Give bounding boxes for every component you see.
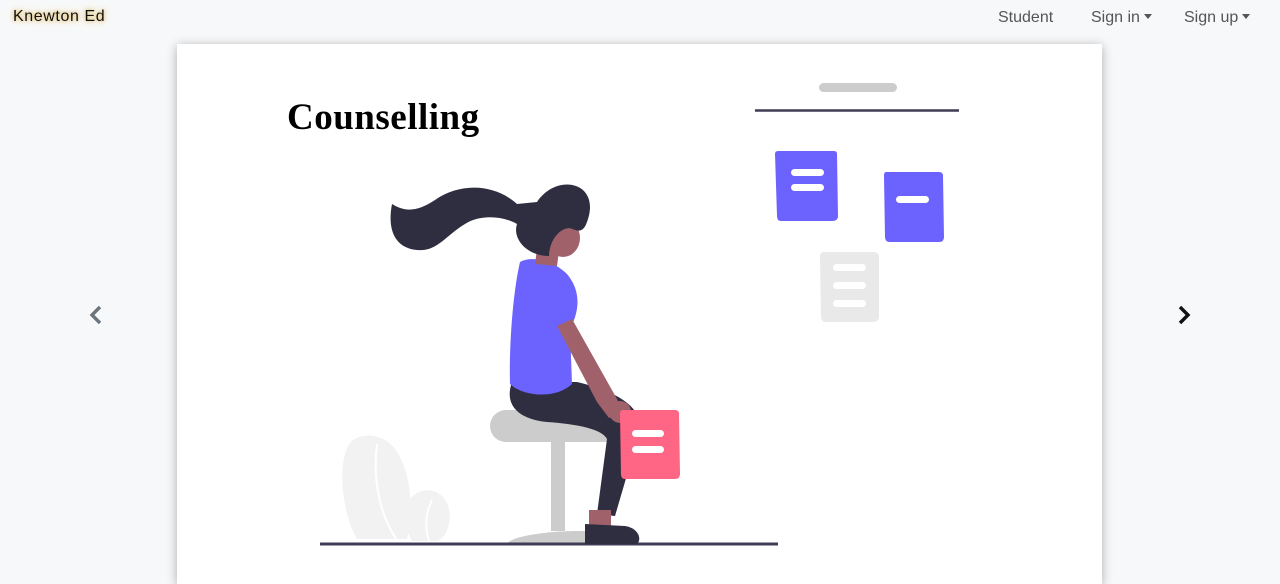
- counselling-illustration: [320, 83, 959, 546]
- nav-signin-label: Sign in: [1091, 9, 1140, 26]
- chevron-left-icon: [89, 305, 102, 325]
- chevron-right-icon: [1178, 305, 1191, 325]
- navbar: Knewton Ed Student Sign in Sign up: [0, 0, 1280, 37]
- caret-down-icon: [1242, 14, 1251, 19]
- board-header-bar: [819, 83, 897, 92]
- caret-down-icon: [1143, 14, 1152, 19]
- carousel-prev-button[interactable]: [85, 303, 109, 327]
- gray-note: [820, 252, 879, 322]
- brand-logo[interactable]: Knewton Ed: [13, 8, 105, 26]
- nav-signin-dropdown[interactable]: Sign in: [1091, 9, 1152, 27]
- carousel-next-button[interactable]: [1172, 303, 1196, 327]
- nav-signup-label: Sign up: [1184, 9, 1239, 26]
- carousel-slide: Counselling: [177, 44, 1102, 584]
- woman-figure: [390, 184, 680, 544]
- purple-note-left: [775, 151, 838, 221]
- nav-signup-dropdown[interactable]: Sign up: [1184, 9, 1251, 27]
- purple-note-right: [884, 172, 944, 242]
- nav-student[interactable]: Student: [998, 9, 1053, 27]
- plant: [342, 435, 450, 542]
